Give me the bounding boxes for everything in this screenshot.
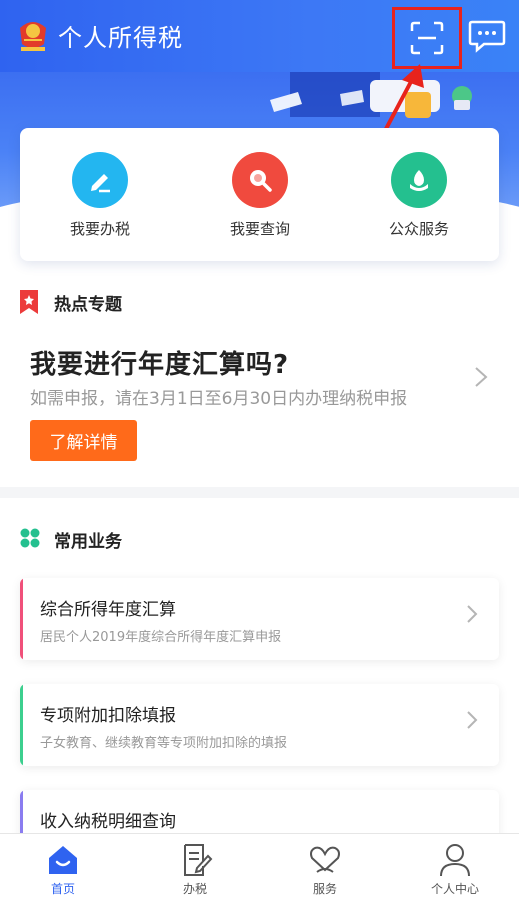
common-business-title: 常用业务 (54, 532, 122, 552)
quick-service-label: 公众服务 (388, 220, 449, 238)
form-edit-icon (184, 844, 213, 876)
quick-service-query[interactable]: 我要查询 (200, 152, 320, 239)
clover-icon (20, 528, 40, 548)
quick-services-card: 我要办税 我要查询 公众服务 (20, 128, 499, 261)
quick-service-do-tax[interactable]: 我要办税 (40, 152, 160, 239)
card-accent (20, 684, 23, 766)
nav-item-tax[interactable]: 办税 (150, 842, 240, 897)
person-icon (440, 844, 470, 877)
bookmark-star-icon (20, 290, 38, 314)
scan-button[interactable] (392, 7, 462, 69)
quick-service-public[interactable]: 公众服务 (359, 152, 479, 239)
business-item-title: 收入纳税明细查询 (40, 812, 176, 832)
nav-label: 服务 (312, 882, 337, 896)
bottom-navigation: 首页 办税 服务 个人中心 (0, 833, 519, 900)
hot-topic-title: 热点专题 (54, 295, 122, 315)
app-title: 个人所得税 (58, 24, 183, 52)
flower-icon (391, 152, 447, 208)
nav-label: 个人中心 (430, 882, 479, 896)
heart-hands-icon (310, 846, 340, 873)
nav-item-home[interactable]: 首页 (18, 842, 108, 897)
chevron-right-icon[interactable] (474, 366, 488, 388)
magnifier-icon (232, 152, 288, 208)
nav-label: 首页 (50, 882, 75, 896)
quick-service-label: 我要办税 (69, 220, 130, 238)
business-item-annual-settlement[interactable]: 综合所得年度汇算 居民个人2019年度综合所得年度汇算申报 (20, 578, 499, 660)
hot-topic-subtitle: 如需申报，请在3月1日至6月30日内办理纳税申报 (30, 389, 408, 409)
section-divider (0, 487, 519, 498)
chevron-right-icon (467, 605, 478, 623)
app-header: 个人所得税 (0, 0, 519, 72)
quick-service-label: 我要查询 (229, 220, 290, 238)
card-accent (20, 578, 23, 660)
learn-more-button[interactable]: 了解详情 (30, 420, 137, 461)
message-icon[interactable] (468, 18, 506, 54)
business-item-title: 专项附加扣除填报 (40, 706, 176, 726)
tax-emblem-icon (20, 22, 46, 51)
business-item-subtitle: 子女教育、继续教育等专项附加扣除的填报 (40, 736, 288, 751)
business-item-title: 综合所得年度汇算 (40, 600, 176, 620)
business-item-subtitle: 居民个人2019年度综合所得年度汇算申报 (40, 630, 282, 645)
chevron-right-icon (467, 711, 478, 729)
nav-item-profile[interactable]: 个人中心 (410, 842, 500, 897)
pencil-icon (72, 152, 128, 208)
business-item-special-deduction[interactable]: 专项附加扣除填报 子女教育、继续教育等专项附加扣除的填报 (20, 684, 499, 766)
home-icon (49, 846, 77, 874)
scan-icon (410, 21, 444, 55)
nav-item-service[interactable]: 服务 (280, 842, 370, 897)
nav-label: 办税 (182, 882, 207, 896)
hot-topic-heading[interactable]: 我要进行年度汇算吗? (30, 344, 289, 381)
